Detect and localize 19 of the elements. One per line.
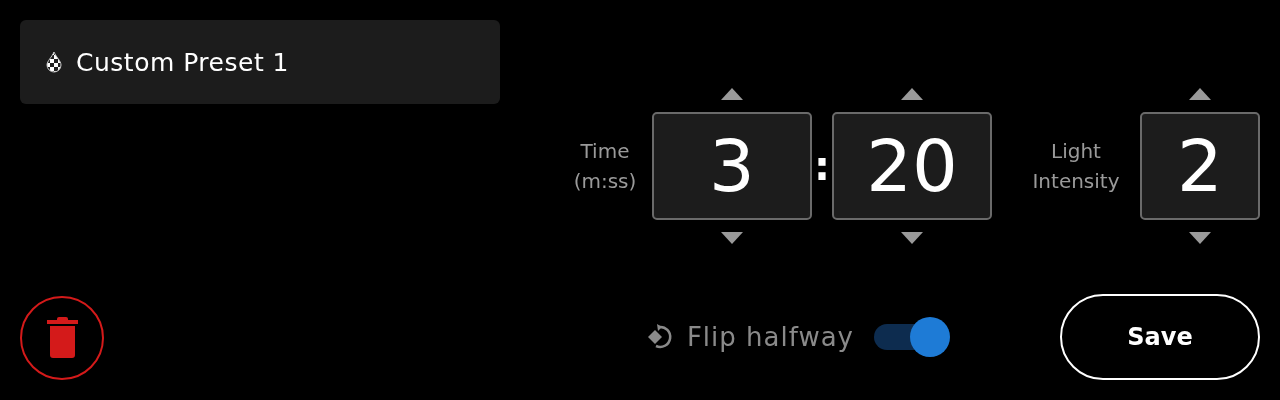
increment-button[interactable] (1189, 88, 1211, 100)
number-field[interactable]: 2 (1140, 112, 1260, 220)
increment-button[interactable] (901, 88, 923, 100)
preset-card[interactable]: Custom Preset 1 (20, 20, 500, 104)
number-field[interactable]: 20 (832, 112, 992, 220)
number-field[interactable]: 3 (652, 112, 812, 220)
trash-icon (46, 317, 78, 359)
decrement-button[interactable] (721, 232, 743, 244)
flip-label: Flip halfway (686, 322, 854, 352)
time-separator: : (813, 151, 831, 181)
save-button[interactable]: Save (1060, 294, 1260, 380)
increment-button[interactable] (721, 88, 743, 100)
field-label: Light Intensity (1031, 138, 1121, 195)
flip-toggle[interactable] (874, 317, 950, 357)
field-label: Time (m:ss) (572, 138, 638, 195)
preset-name: Custom Preset 1 (76, 47, 290, 77)
decrement-button[interactable] (901, 232, 923, 244)
decrement-button[interactable] (1189, 232, 1211, 244)
checkered-drop-icon (46, 51, 62, 73)
